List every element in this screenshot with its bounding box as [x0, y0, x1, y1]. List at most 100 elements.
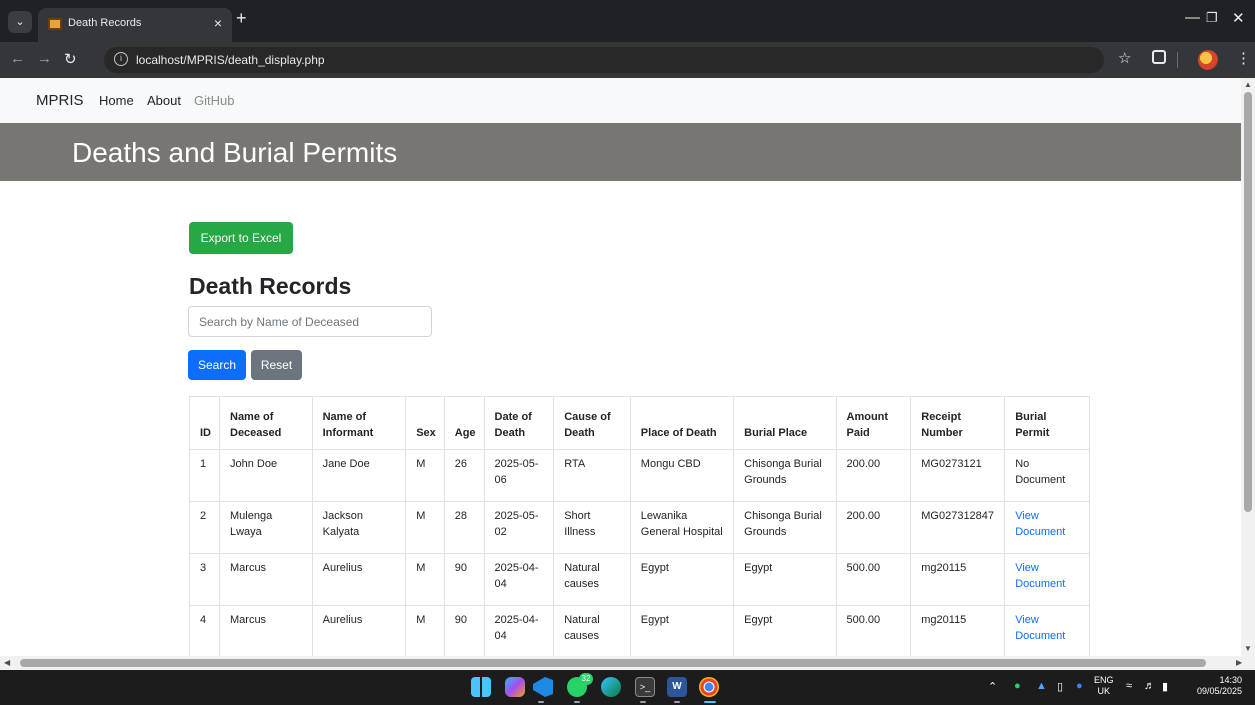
hero-banner: Deaths and Burial Permits: [0, 123, 1241, 181]
vertical-scroll-thumb[interactable]: [1244, 92, 1252, 512]
whatsapp-badge: 32: [579, 673, 593, 685]
column-header-place-of-death: Place of Death: [629, 396, 735, 450]
view-document-link[interactable]: View Document: [1015, 510, 1065, 538]
back-arrow-icon[interactable]: ←: [10, 50, 25, 67]
tray-usb-icon[interactable]: ▯: [1057, 680, 1063, 693]
cell-receipt-number: mg20115: [910, 553, 1006, 606]
nav-link-github[interactable]: GitHub: [194, 93, 234, 108]
nav-link-home[interactable]: Home: [99, 93, 134, 108]
forward-arrow-icon[interactable]: →: [37, 50, 52, 67]
horizontal-scrollbar[interactable]: ◀ ▶: [0, 656, 1255, 670]
cell-burial-permit: No Document: [1004, 449, 1090, 502]
column-header-amount-paid: Amount Paid: [835, 396, 912, 450]
bluetooth-icon[interactable]: ●: [1076, 680, 1083, 692]
cell-age: 26: [443, 449, 485, 502]
page-viewport: MPRIS Home About GitHub Deaths and Buria…: [0, 78, 1241, 656]
cell-date-of-death: 2025-04-04: [483, 553, 555, 606]
chrome-icon[interactable]: [699, 677, 719, 697]
reload-icon[interactable]: ↻: [64, 50, 77, 68]
table-row: 1 John Doe Jane Doe M 26 2025-05-06 RTA …: [189, 449, 1090, 502]
bookmark-star-icon[interactable]: ☆: [1118, 49, 1131, 67]
view-document-link[interactable]: View Document: [1015, 614, 1065, 642]
new-tab-icon[interactable]: +: [236, 8, 247, 29]
search-input[interactable]: [188, 306, 432, 337]
vertical-scrollbar[interactable]: ▲ ▼: [1241, 78, 1255, 656]
table-row: 3 Marcus Aurelius M 90 2025-04-04 Natura…: [189, 553, 1090, 606]
cell-burial-permit: View Document: [1004, 605, 1090, 656]
tab-title: Death Records: [68, 17, 142, 29]
vscode-icon[interactable]: [533, 677, 553, 697]
tab-close-icon[interactable]: ×: [214, 15, 222, 31]
death-records-table: ID Name of Deceased Name of Informant Se…: [189, 396, 1090, 656]
reset-button[interactable]: Reset: [251, 350, 302, 380]
scroll-up-arrow-icon[interactable]: ▲: [1244, 80, 1252, 89]
browser-menu-icon[interactable]: ⋮: [1236, 49, 1251, 67]
url-text[interactable]: localhost/MPRIS/death_display.php: [136, 53, 325, 67]
system-clock[interactable]: 14:30 09/05/2025: [1190, 675, 1242, 697]
cell-name-of-deceased: John Doe: [219, 449, 313, 502]
export-to-excel-button[interactable]: Export to Excel: [189, 222, 293, 254]
edge-icon[interactable]: [601, 677, 621, 697]
tray-overflow-chevron-icon[interactable]: ⌃: [988, 680, 997, 693]
minimize-icon[interactable]: —: [1185, 9, 1200, 26]
close-window-icon[interactable]: ✕: [1232, 9, 1245, 27]
battery-icon[interactable]: ▮: [1162, 680, 1168, 693]
column-header-name-of-informant: Name of Informant: [311, 396, 407, 450]
copilot-icon[interactable]: [505, 677, 525, 697]
cell-name-of-informant: Aurelius: [311, 553, 407, 606]
cell-id: 1: [189, 449, 220, 502]
tray-app-icon[interactable]: ●: [1014, 680, 1021, 692]
cell-burial-place: Chisonga Burial Grounds: [733, 449, 837, 502]
cell-id: 4: [189, 605, 220, 656]
tab-search-chevron-icon[interactable]: ⌄: [8, 11, 32, 33]
column-header-receipt-number: Receipt Number: [910, 396, 1006, 450]
cell-date-of-death: 2025-05-06: [483, 449, 555, 502]
cell-place-of-death: Egypt: [629, 553, 735, 606]
cell-sex: M: [405, 605, 445, 656]
cell-cause-of-death: RTA: [553, 449, 631, 502]
site-navbar: MPRIS Home About GitHub: [0, 78, 1241, 123]
tab-death-records[interactable]: Death Records ×: [38, 8, 232, 42]
running-indicator: [574, 701, 580, 703]
tray-drive-icon[interactable]: ▲: [1036, 680, 1047, 692]
column-header-sex: Sex: [405, 396, 445, 450]
clock-date: 09/05/2025: [1196, 686, 1242, 696]
cell-age: 90: [443, 605, 485, 656]
extensions-puzzle-icon[interactable]: [1152, 50, 1166, 64]
scroll-left-arrow-icon[interactable]: ◀: [4, 658, 10, 667]
address-bar[interactable]: i localhost/MPRIS/death_display.php: [104, 47, 1104, 73]
search-button[interactable]: Search: [188, 350, 246, 380]
cell-burial-place: Egypt: [733, 605, 837, 656]
language-indicator[interactable]: ENG UK: [1094, 675, 1114, 697]
clock-time: 14:30: [1219, 675, 1242, 685]
site-info-icon[interactable]: i: [114, 52, 128, 66]
cell-name-of-deceased: Mulenga Lwaya: [219, 501, 313, 554]
profile-avatar-icon[interactable]: [1198, 50, 1218, 70]
column-header-burial-place: Burial Place: [733, 396, 837, 450]
active-indicator: [704, 701, 716, 703]
cell-place-of-death: Lewanika General Hospital: [629, 501, 735, 554]
toolbar-divider: [1177, 52, 1178, 68]
horizontal-scroll-thumb[interactable]: [20, 659, 1206, 667]
cell-date-of-death: 2025-04-04: [483, 605, 555, 656]
wifi-icon[interactable]: ≈: [1126, 680, 1132, 692]
cell-id: 3: [189, 553, 220, 606]
view-document-link[interactable]: View Document: [1015, 562, 1065, 590]
column-header-date-of-death: Date of Death: [483, 396, 555, 450]
volume-icon[interactable]: ♬: [1144, 680, 1155, 692]
nav-link-about[interactable]: About: [147, 93, 181, 108]
scroll-right-arrow-icon[interactable]: ▶: [1236, 658, 1242, 667]
column-header-age: Age: [443, 396, 485, 450]
restore-icon[interactable]: ❐: [1206, 10, 1218, 26]
scroll-down-arrow-icon[interactable]: ▼: [1244, 644, 1252, 653]
column-header-id: ID: [189, 396, 220, 450]
running-indicator: [538, 701, 544, 703]
cell-age: 90: [443, 553, 485, 606]
navbar-brand[interactable]: MPRIS: [36, 92, 84, 109]
cell-name-of-deceased: Marcus: [219, 553, 313, 606]
cell-place-of-death: Egypt: [629, 605, 735, 656]
word-icon[interactable]: W: [667, 677, 687, 697]
windows-start-icon[interactable]: [471, 677, 491, 697]
cell-name-of-informant: Jackson Kalyata: [311, 501, 407, 554]
terminal-icon[interactable]: >_: [635, 677, 655, 697]
